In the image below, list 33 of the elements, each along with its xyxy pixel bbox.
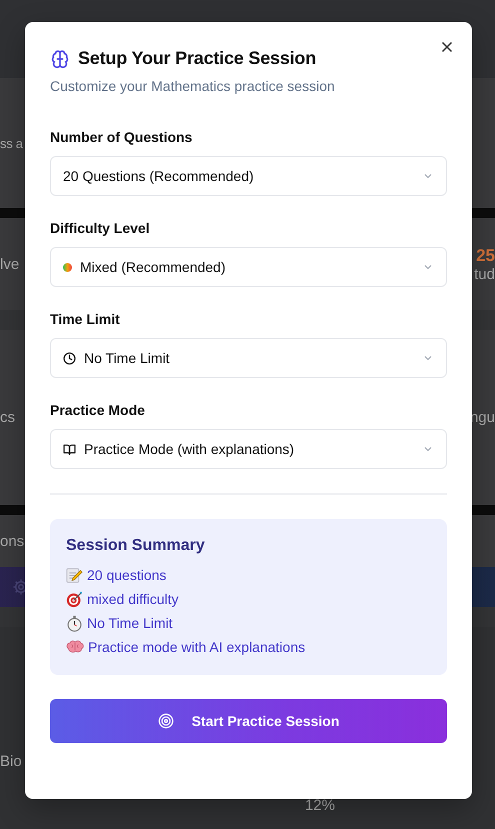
stopwatch-icon xyxy=(66,614,83,632)
background-text: tud xyxy=(474,266,495,282)
dialog-subtitle: Customize your Mathematics practice session xyxy=(50,78,336,94)
field-label: Difficulty Level xyxy=(50,220,151,236)
memo-pencil-icon xyxy=(66,566,83,584)
summary-item: 20 questions xyxy=(87,567,166,583)
summary-title: Session Summary xyxy=(66,537,206,555)
background-text: ons xyxy=(0,532,24,550)
difficulty-dot-icon xyxy=(63,262,72,272)
dropdown-field[interactable]: No Time Limit xyxy=(50,338,447,378)
target-icon xyxy=(158,713,174,729)
background-text: 12% xyxy=(304,797,335,814)
background-text: lve xyxy=(0,256,20,272)
clock-icon xyxy=(63,352,76,364)
background-text: Bio xyxy=(0,753,22,770)
background-text: cs xyxy=(0,409,15,426)
start-session-button[interactable]: Start Practice Session xyxy=(50,699,447,743)
dart-target-icon xyxy=(66,590,83,608)
dropdown-field[interactable]: Practice Mode (with explanations) xyxy=(50,429,447,469)
background-text: ss a xyxy=(0,136,23,150)
field-label: Time Limit xyxy=(50,311,121,327)
summary-item: Practice mode with AI explanations xyxy=(88,639,306,655)
background-text: 25 xyxy=(476,246,495,266)
summary-item: No Time Limit xyxy=(87,615,173,631)
brain-outline-icon xyxy=(50,48,70,68)
dialog-title: Setup Your Practice Session xyxy=(78,48,316,69)
field-label: Practice Mode xyxy=(50,402,146,418)
field-label: Number of Questions xyxy=(50,129,194,145)
brain-icon xyxy=(66,639,84,655)
dropdown-field[interactable]: Mixed (Recommended) xyxy=(50,247,447,287)
book-icon xyxy=(63,442,76,456)
summary-item: mixed difficulty xyxy=(87,591,179,607)
dropdown-field[interactable]: 20 Questions (Recommended) xyxy=(50,156,447,196)
